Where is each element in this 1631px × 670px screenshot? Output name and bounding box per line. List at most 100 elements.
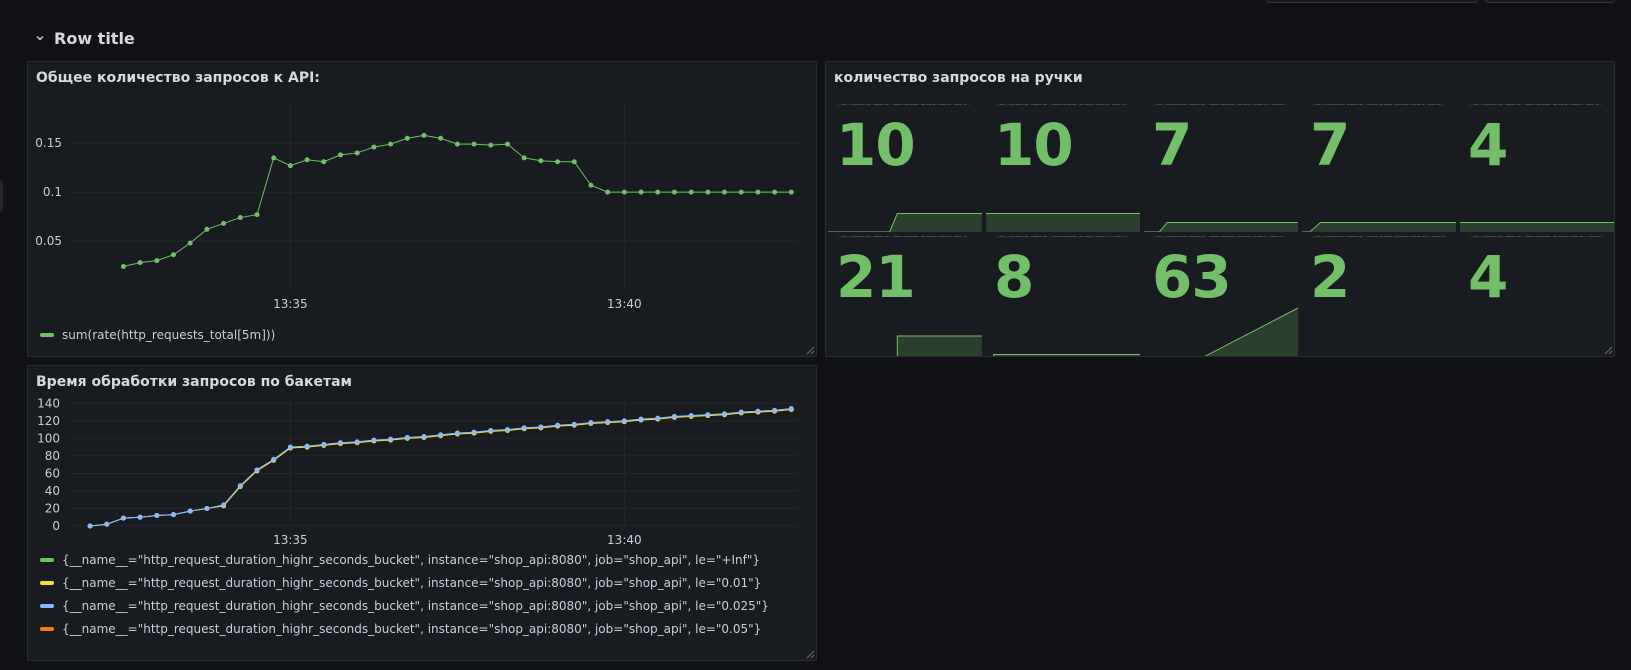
data-point xyxy=(421,132,427,138)
data-point xyxy=(237,483,243,489)
data-point xyxy=(154,512,160,518)
stat-cell[interactable]: {__name__="http_requests_total", endpoin… xyxy=(1142,100,1300,232)
stat-cell[interactable]: {__name__="http_requests_total", endpoin… xyxy=(984,232,1142,356)
stat-caption: {__name__="http_requests_total", endpoin… xyxy=(996,236,1129,238)
data-point xyxy=(304,443,310,449)
legend-label: sum(rate(http_requests_total[5m])) xyxy=(62,328,276,342)
x-tick-label: 13:35 xyxy=(273,533,308,547)
sparkline xyxy=(896,335,982,356)
stat-caption: {__name__="http_requests_total", endpoin… xyxy=(996,104,1127,106)
panel-handles[interactable]: количество запросов на ручки {__name__="… xyxy=(825,61,1615,357)
stat-caption: {__name__="http_requests_total", endpoin… xyxy=(1470,104,1601,106)
data-point xyxy=(287,444,293,450)
data-point xyxy=(388,141,394,147)
data-point xyxy=(321,159,327,165)
y-tick-label: 20 xyxy=(45,501,60,515)
legend-item[interactable]: sum(rate(http_requests_total[5m])) xyxy=(40,328,275,342)
data-point xyxy=(221,502,227,508)
x-tick-label: 13:40 xyxy=(607,533,642,547)
data-point xyxy=(772,407,778,413)
data-point xyxy=(354,150,360,156)
data-point xyxy=(621,418,627,424)
legend-label: {__name__="http_request_duration_highr_s… xyxy=(62,553,760,567)
data-point xyxy=(655,415,661,421)
sparkline xyxy=(828,213,982,232)
data-point xyxy=(738,189,744,195)
toolbar-button-2[interactable] xyxy=(1485,0,1615,3)
data-point xyxy=(404,435,410,441)
x-tick-label: 13:40 xyxy=(607,297,642,311)
data-point xyxy=(588,420,594,426)
sparkline-fill xyxy=(1144,222,1298,232)
stat-caption: {__name__="http_requests_total", endpoin… xyxy=(1470,236,1604,238)
panel-duration[interactable]: Время обработки запросов по бакетам 13:3… xyxy=(27,365,817,661)
stat-cell[interactable]: {__name__="http_requests_total", endpoin… xyxy=(984,100,1142,232)
stat-cell[interactable]: {__name__="http_requests_total", endpoin… xyxy=(826,100,984,232)
sparkline-fill xyxy=(1460,222,1614,232)
resize-handle-icon[interactable] xyxy=(1603,345,1613,355)
legend-swatch xyxy=(40,627,54,631)
legend-item[interactable]: {__name__="http_request_duration_highr_s… xyxy=(40,553,760,567)
data-point xyxy=(504,427,510,433)
data-point xyxy=(538,424,544,430)
resize-handle-icon[interactable] xyxy=(805,649,815,659)
data-point xyxy=(471,141,477,147)
data-point xyxy=(337,152,343,158)
data-point xyxy=(688,413,694,419)
sparkline xyxy=(993,353,1140,356)
data-point xyxy=(171,512,177,518)
sidebar-toggle[interactable] xyxy=(0,180,3,212)
legend-item[interactable]: {__name__="http_request_duration_highr_s… xyxy=(40,576,761,590)
stat-value: 10 xyxy=(994,111,1074,179)
stat-cell[interactable]: {__name__="http_requests_total", endpoin… xyxy=(1300,100,1458,232)
data-point xyxy=(104,521,110,527)
stat-caption: {__name__="http_requests_total", endpoin… xyxy=(1154,104,1287,106)
stat-caption: {__name__="http_requests_total", endpoin… xyxy=(1312,236,1447,238)
stat-value: 4 xyxy=(1468,111,1508,179)
legend-item[interactable]: {__name__="http_request_duration_highr_s… xyxy=(40,599,769,613)
sparkline xyxy=(986,213,1140,232)
data-point xyxy=(788,189,794,195)
data-point xyxy=(638,416,644,422)
stat-cell[interactable]: {__name__="http_requests_total", endpoin… xyxy=(1142,232,1300,356)
panel-requests-total[interactable]: Общее количество запросов к API: 13:3013… xyxy=(27,61,817,357)
stat-cell[interactable]: {__name__="http_requests_total", endpoin… xyxy=(1458,232,1615,357)
resize-handle-icon[interactable] xyxy=(805,345,815,355)
data-point xyxy=(504,141,510,147)
stat-cell[interactable]: {__name__="http_requests_total", endpoin… xyxy=(826,232,984,356)
data-point xyxy=(705,412,711,418)
data-point xyxy=(354,439,360,445)
data-point xyxy=(371,144,377,150)
data-point xyxy=(488,142,494,148)
stat-cell[interactable]: {__name__="http_requests_total", endpoin… xyxy=(1458,100,1614,232)
data-point xyxy=(722,411,728,417)
data-point xyxy=(271,155,277,161)
row-header[interactable]: Row title xyxy=(34,27,135,49)
sparkline xyxy=(1204,307,1299,356)
panel-title: количество запросов на ручки xyxy=(834,70,1083,86)
y-tick-label: 60 xyxy=(45,466,60,480)
data-point xyxy=(137,514,143,520)
data-point xyxy=(671,189,677,195)
data-point xyxy=(137,260,143,266)
stat-cell[interactable]: {__name__="http_requests_total", endpoin… xyxy=(1300,232,1458,357)
legend-label: {__name__="http_request_duration_highr_s… xyxy=(62,599,769,613)
requests-total-chart: 13:3013:3513:400.050.10.15 xyxy=(35,104,798,311)
data-point xyxy=(571,421,577,427)
data-point xyxy=(404,135,410,141)
data-point xyxy=(454,430,460,436)
toolbar-button-1[interactable] xyxy=(1266,0,1478,3)
legend-item[interactable]: {__name__="http_request_duration_highr_s… xyxy=(40,622,761,636)
data-point xyxy=(87,523,93,529)
sparkline-fill xyxy=(828,213,982,232)
sparkline-fill xyxy=(897,336,982,356)
y-tick-label: 0 xyxy=(52,519,60,533)
data-point xyxy=(605,189,611,195)
sparkline-fill xyxy=(1302,222,1456,232)
stat-value: 2 xyxy=(1310,243,1350,311)
sparkline xyxy=(1458,304,1615,357)
sparkline xyxy=(1300,304,1458,357)
data-point xyxy=(621,189,627,195)
data-point xyxy=(755,189,761,195)
data-point xyxy=(204,226,210,232)
